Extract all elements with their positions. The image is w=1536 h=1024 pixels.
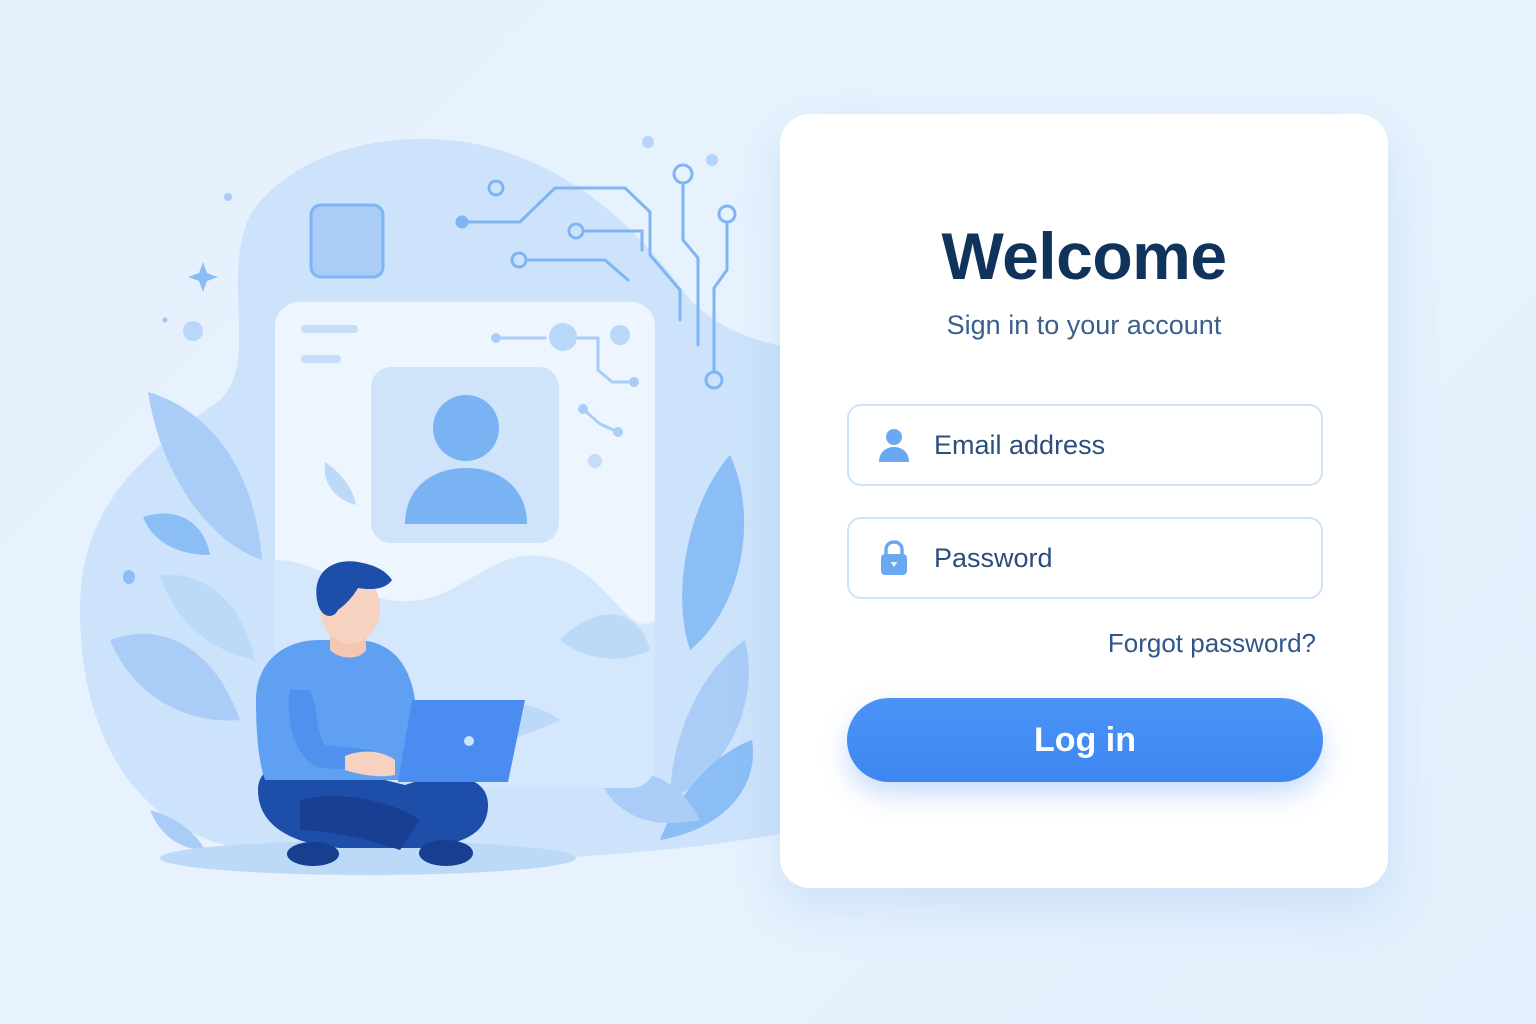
square-icon bbox=[309, 203, 385, 279]
lock-icon bbox=[874, 538, 914, 578]
avatar-icon bbox=[371, 367, 559, 543]
login-button[interactable]: Log in bbox=[847, 698, 1323, 782]
page-subtitle: Sign in to your account bbox=[946, 310, 1222, 340]
forgot-password-link[interactable]: Forgot password? bbox=[1108, 628, 1316, 659]
sparkle-icon bbox=[188, 262, 218, 292]
password-field[interactable] bbox=[847, 517, 1323, 599]
decor-dot bbox=[706, 154, 718, 166]
decor-dot bbox=[642, 136, 654, 148]
page-title: Welcome bbox=[941, 219, 1227, 293]
decor-dot bbox=[183, 321, 203, 341]
decor-dot bbox=[123, 570, 135, 584]
password-input[interactable] bbox=[934, 542, 1304, 574]
decor-dot bbox=[162, 317, 168, 323]
user-icon bbox=[874, 425, 914, 465]
email-input[interactable] bbox=[934, 429, 1304, 461]
login-illustration bbox=[80, 136, 800, 875]
decor-dot bbox=[224, 193, 232, 201]
email-field[interactable] bbox=[847, 404, 1323, 486]
